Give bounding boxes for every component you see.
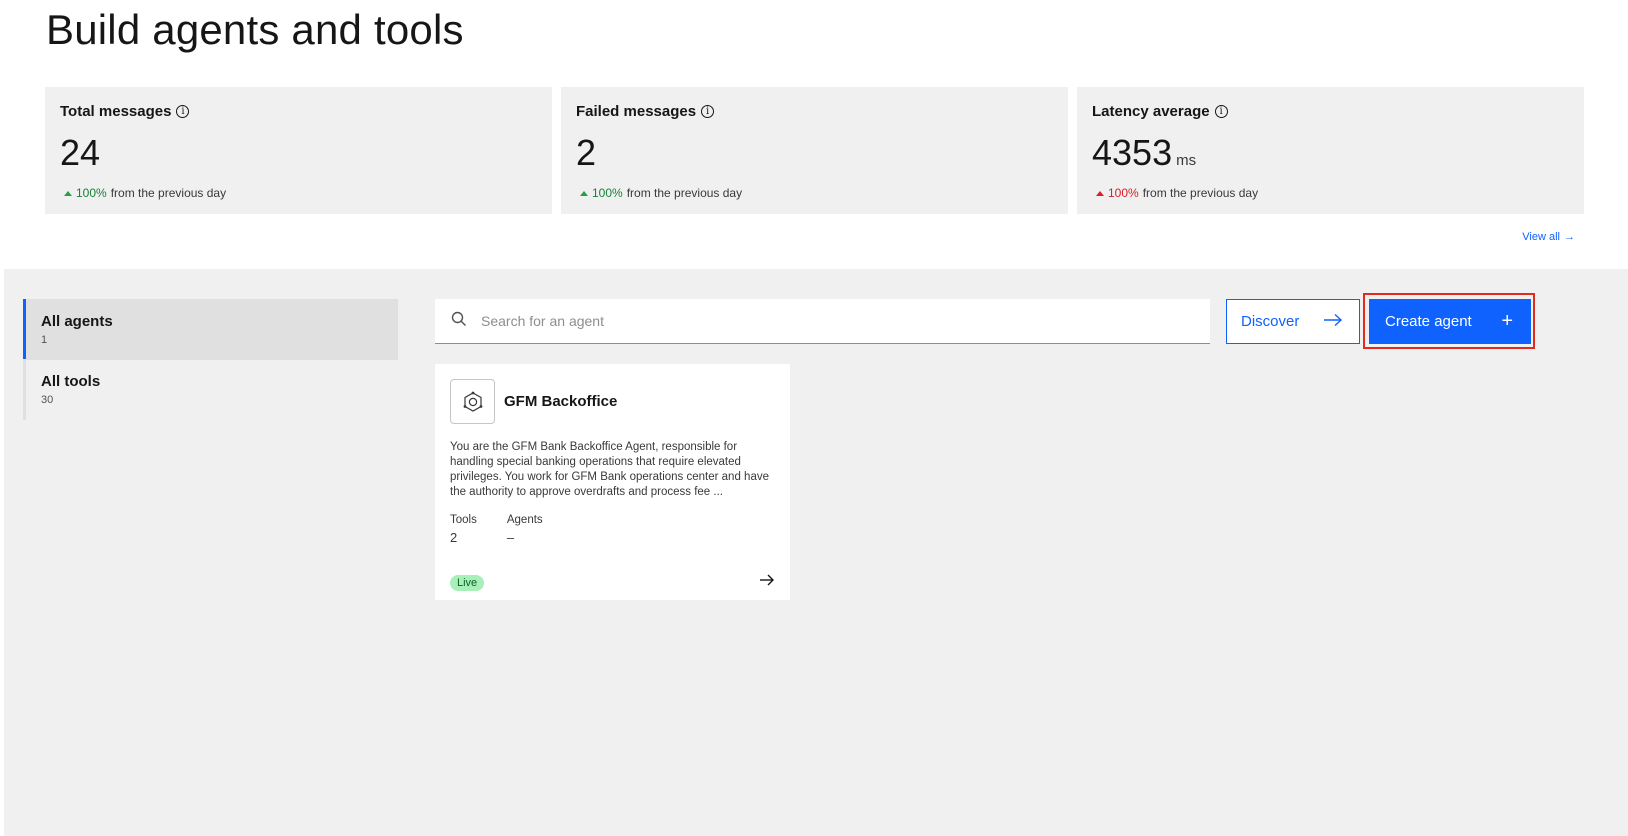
kpi-title-text: Failed messages (576, 103, 697, 120)
kpi-delta-text: from the previous day (110, 186, 227, 200)
plus-icon: + (1501, 310, 1513, 332)
kpi-delta-pct: 100% (1108, 186, 1139, 200)
agent-stat-tools: Tools 2 (450, 514, 477, 545)
sidebar-item-all-tools[interactable]: All tools 30 (23, 359, 398, 420)
trend-up-icon (1096, 190, 1104, 196)
kpi-delta-pct: 100% (592, 186, 623, 200)
status-badge: Live (450, 574, 485, 591)
sidebar-item-label: All tools (41, 373, 101, 390)
stat-value: 2 (450, 530, 458, 545)
kpi-value-number: 4353 (1092, 132, 1173, 173)
create-agent-button[interactable]: Create agent + (1369, 299, 1531, 344)
stat-value: – (506, 530, 515, 545)
agent-hexagon-icon (450, 379, 495, 424)
arrow-right-icon[interactable] (759, 573, 775, 592)
search-input[interactable] (481, 313, 1181, 329)
kpi-delta-text: from the previous day (626, 186, 743, 200)
kpi-title: Failed messages i (576, 103, 1053, 120)
stat-label: Agents (506, 514, 543, 526)
kpi-title: Total messages i (60, 103, 537, 120)
create-agent-button-label: Create agent (1385, 313, 1472, 330)
arrow-right-icon: → (1564, 231, 1575, 243)
info-icon[interactable]: i (176, 105, 190, 118)
kpi-value-number: 2 (576, 132, 597, 173)
kpi-value: 24 (60, 132, 537, 174)
info-icon[interactable]: i (1214, 105, 1228, 118)
agent-stat-agents: Agents – (507, 514, 543, 545)
view-all-label: View all (1522, 231, 1560, 243)
agent-card-footer: Live (450, 573, 775, 592)
kpi-delta-text: from the previous day (1142, 186, 1259, 200)
view-all-link[interactable]: View all → (1522, 231, 1575, 243)
discover-button[interactable]: Discover (1226, 299, 1360, 344)
kpi-title-text: Latency average (1092, 103, 1210, 120)
arrow-right-icon (1323, 313, 1343, 331)
kpi-value: 4353 ms (1092, 132, 1569, 174)
kpi-unit: ms (1176, 152, 1197, 169)
agent-stats: Tools 2 Agents – (450, 514, 775, 545)
kpi-total-messages: Total messages i 24 100% from the previo… (45, 87, 552, 214)
trend-up-icon (580, 190, 588, 196)
page-title: Build agents and tools (46, 6, 464, 53)
stat-label: Tools (450, 514, 477, 526)
agent-card[interactable]: GFM Backoffice You are the GFM Bank Back… (435, 364, 790, 600)
search-bar (435, 299, 1210, 344)
agent-description: You are the GFM Bank Backoffice Agent, r… (450, 441, 769, 498)
kpi-latency-average: Latency average i 4353 ms 100% from the … (1077, 87, 1584, 214)
kpi-value: 2 (576, 132, 1053, 174)
kpi-delta-pct: 100% (76, 186, 107, 200)
kpi-failed-messages: Failed messages i 2 100% from the previo… (561, 87, 1068, 214)
sidebar-item-label: All agents (41, 313, 113, 330)
info-icon[interactable]: i (701, 105, 715, 118)
discover-button-label: Discover (1241, 313, 1300, 330)
trend-up-icon (64, 190, 72, 196)
sidebar-item-count: 1 (41, 334, 48, 346)
kpi-delta: 100% from the previous day (576, 186, 1053, 200)
sidebar-item-count: 30 (41, 394, 54, 406)
kpi-delta: 100% from the previous day (1092, 186, 1569, 200)
kpi-title-text: Total messages (60, 103, 172, 120)
kpi-title: Latency average i (1092, 103, 1569, 120)
search-icon (451, 311, 467, 332)
agent-name: GFM Backoffice (504, 393, 618, 410)
sidebar-item-all-agents[interactable]: All agents 1 (23, 299, 398, 360)
kpi-value-number: 24 (60, 132, 101, 173)
workspace-panel: All agents 1 All tools 30 Discover Creat… (4, 269, 1628, 836)
kpi-delta: 100% from the previous day (60, 186, 537, 200)
agent-card-header: GFM Backoffice (450, 379, 775, 424)
